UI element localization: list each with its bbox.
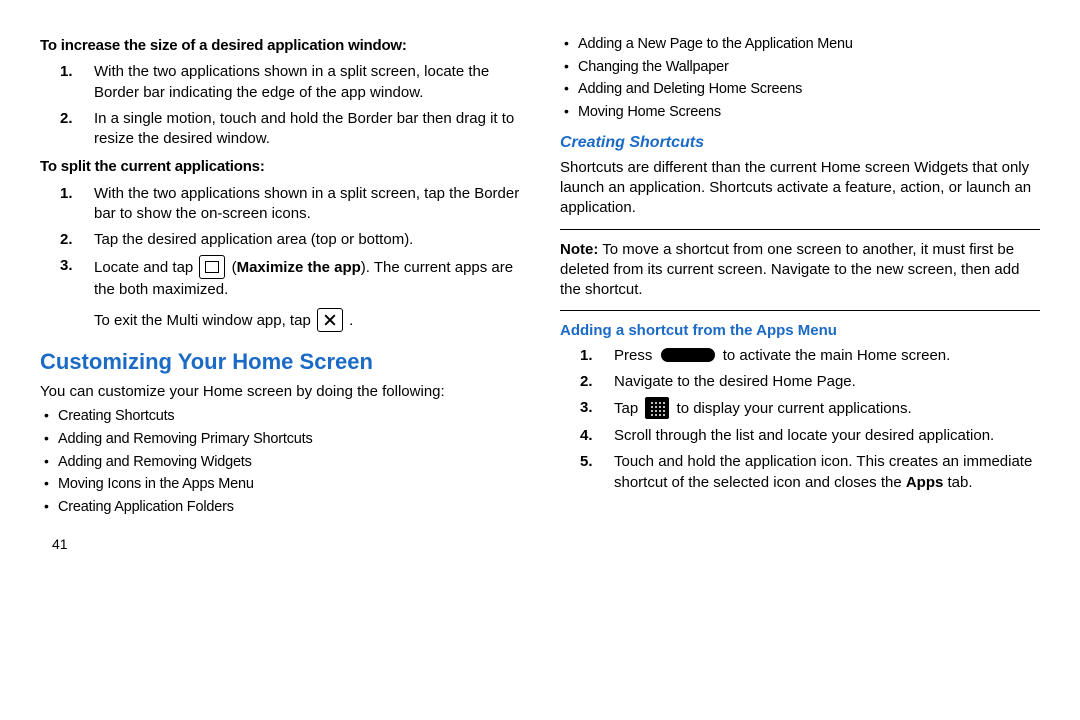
close-icon	[317, 308, 343, 332]
list-item: Adding and Removing Primary Shortcuts	[44, 429, 520, 450]
note-divider-bottom	[560, 310, 1040, 311]
list-item: Changing the Wallpaper	[564, 57, 1040, 78]
customize-list-continued: Adding a New Page to the Application Men…	[560, 34, 1040, 122]
heading-adding-shortcut: Adding a shortcut from the Apps Menu	[560, 321, 1040, 341]
customize-intro: You can customize your Home screen by do…	[40, 382, 520, 402]
split-step-2: Tap the desired application area (top or…	[88, 230, 520, 250]
split-steps-list: 1.With the two applications shown in a s…	[40, 184, 520, 301]
list-item: Adding and Deleting Home Screens	[564, 79, 1040, 100]
list-item: Moving Icons in the Apps Menu	[44, 474, 520, 495]
home-button-icon	[661, 348, 715, 362]
note-body-text: To move a shortcut from one screen to an…	[560, 241, 1019, 299]
list-item: Moving Home Screens	[564, 102, 1040, 123]
page-number: 41	[40, 535, 520, 554]
increase-steps-list: 1.With the two applications shown in a s…	[40, 62, 520, 149]
customize-list: Creating Shortcuts Adding and Removing P…	[40, 406, 520, 517]
step-3: Tap to display your current applications…	[608, 398, 1040, 420]
creating-shortcuts-paragraph: Shortcuts are different than the current…	[560, 158, 1040, 219]
step-1: Press to activate the main Home screen.	[608, 346, 1040, 366]
step-2: Navigate to the desired Home Page.	[608, 372, 1040, 392]
heading-creating-shortcuts: Creating Shortcuts	[560, 132, 1040, 154]
adding-shortcut-steps: 1. Press to activate the main Home scree…	[560, 346, 1040, 493]
exit-multiwindow-text: To exit the Multi window app, tap .	[40, 309, 520, 333]
split-step-1: With the two applications shown in a spl…	[88, 184, 520, 225]
right-column: Adding a New Page to the Application Men…	[560, 30, 1040, 554]
heading-split-apps: To split the current applications:	[40, 157, 520, 177]
maximize-icon	[199, 255, 225, 279]
note-block: Note: To move a shortcut from one screen…	[560, 240, 1040, 301]
increase-step-2: In a single motion, touch and hold the B…	[88, 109, 520, 150]
note-label: Note:	[560, 241, 598, 258]
step-4: Scroll through the list and locate your …	[608, 426, 1040, 446]
heading-increase-window: To increase the size of a desired applic…	[40, 36, 520, 56]
apps-grid-icon	[645, 397, 669, 419]
list-item: Creating Application Folders	[44, 497, 520, 518]
left-column: To increase the size of a desired applic…	[40, 30, 520, 554]
note-divider-top	[560, 229, 1040, 230]
list-item: Creating Shortcuts	[44, 406, 520, 427]
step-5: Touch and hold the application icon. Thi…	[608, 452, 1040, 493]
section-customizing-title: Customizing Your Home Screen	[40, 347, 520, 377]
split-step-3: Locate and tap (Maximize the app). The c…	[88, 256, 520, 300]
increase-step-1: With the two applications shown in a spl…	[88, 62, 520, 103]
list-item: Adding and Removing Widgets	[44, 452, 520, 473]
list-item: Adding a New Page to the Application Men…	[564, 34, 1040, 55]
